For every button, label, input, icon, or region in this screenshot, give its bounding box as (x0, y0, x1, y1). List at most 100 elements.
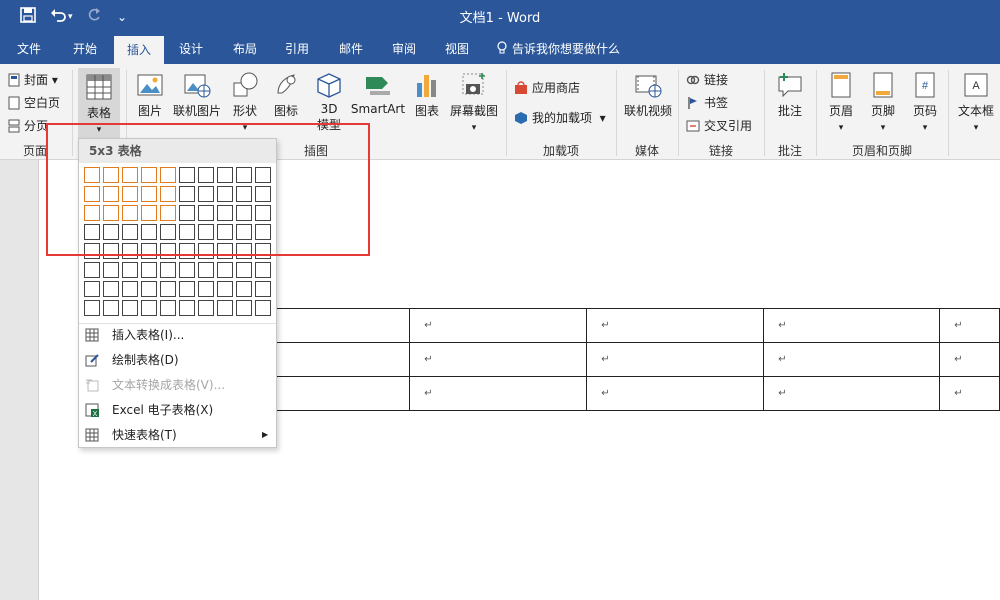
title-bar: ▾ ⌄ 文档1 - Word (0, 0, 1000, 34)
draw-table-menu-item[interactable]: 绘制表格(D) (79, 348, 276, 372)
tab-insert[interactable]: 插入 (114, 36, 164, 64)
grid-cell[interactable] (255, 262, 271, 278)
grid-cell[interactable] (179, 262, 195, 278)
grid-cell[interactable] (198, 300, 214, 316)
grid-cell[interactable] (122, 262, 138, 278)
table-cell[interactable]: ↵ (586, 342, 765, 377)
excel-spreadsheet-menu-item[interactable]: X Excel 电子表格(X) (79, 398, 276, 422)
table-cell[interactable]: ↵ (763, 308, 941, 343)
cover-page-button[interactable]: 封面 ▾ (8, 70, 58, 90)
table-cell[interactable]: ↵ (939, 308, 1000, 343)
tell-me-box[interactable]: 告诉我你想要做什么 (496, 34, 636, 64)
grid-cell[interactable] (160, 281, 176, 297)
convert-text-to-table-menu-item[interactable]: 文本转换成表格(V)... (79, 373, 276, 397)
tab-file[interactable]: 文件 (6, 34, 52, 64)
grid-cell[interactable] (84, 300, 100, 316)
grid-cell[interactable] (141, 281, 157, 297)
grid-cell[interactable] (255, 281, 271, 297)
icons-button[interactable]: 图标 (268, 70, 304, 119)
tab-references[interactable]: 引用 (274, 34, 320, 64)
tab-layout[interactable]: 布局 (222, 34, 268, 64)
pictures-button[interactable]: 图片 (132, 70, 168, 119)
footer-button[interactable]: 页脚 ▾ (864, 70, 902, 133)
bookmark-button[interactable]: 书签 (686, 93, 728, 113)
tab-home[interactable]: 开始 (62, 34, 108, 64)
annotation-highlight-box (46, 123, 370, 256)
link-button[interactable]: 链接 (686, 70, 728, 90)
excel-icon: X (85, 403, 99, 417)
my-addins-button[interactable]: 我的加载项 ▾ (514, 108, 606, 128)
table-cell[interactable]: ↵ (409, 376, 588, 411)
grid-cell[interactable] (236, 281, 252, 297)
window-title: 文档1 - Word (459, 11, 541, 26)
blank-page-icon (8, 96, 20, 110)
grid-cell[interactable] (236, 262, 252, 278)
table-cell[interactable] (268, 308, 411, 343)
grid-cell[interactable] (103, 262, 119, 278)
insert-table-menu-item[interactable]: 插入表格(I)... (79, 323, 276, 347)
grid-cell[interactable] (122, 281, 138, 297)
cross-reference-button[interactable]: 交叉引用 (686, 116, 752, 136)
page-number-button[interactable]: # 页码 ▾ (906, 70, 944, 133)
online-video-button[interactable]: 联机视频 (621, 70, 675, 119)
grid-cell[interactable] (198, 281, 214, 297)
smartart-button[interactable]: SmartArt (350, 70, 406, 116)
comment-button[interactable]: 批注 (770, 70, 810, 119)
online-picture-icon (184, 74, 211, 98)
table-cell[interactable]: ↵ (409, 342, 588, 377)
header-button[interactable]: 页眉 ▾ (822, 70, 860, 133)
grid-cell[interactable] (122, 300, 138, 316)
grid-cell[interactable] (84, 262, 100, 278)
table-cell[interactable]: ↵ (763, 376, 941, 411)
footer-icon (873, 72, 893, 98)
ribbon-tabs: 文件 开始 插入 设计 布局 引用 邮件 审阅 视图 告诉我你想要做什么 (0, 34, 1000, 64)
grid-cell[interactable] (255, 300, 271, 316)
grid-cell[interactable] (236, 300, 252, 316)
grid-cell[interactable] (179, 281, 195, 297)
quick-tables-icon (85, 428, 99, 442)
grid-cell[interactable] (217, 300, 233, 316)
document-table[interactable]: ↵ ↵ ↵ ↵ ↵ ↵ ↵ ↵ ↵ ↵ ↵ ↵ (268, 308, 1000, 411)
draw-table-icon (85, 354, 99, 367)
grid-cell[interactable] (84, 281, 100, 297)
text-box-button[interactable]: A 文本框 ▾ (954, 70, 998, 133)
page-break-button[interactable]: 分页 (8, 116, 48, 136)
link-icon (686, 75, 700, 85)
table-cell[interactable] (268, 342, 411, 377)
grid-cell[interactable] (103, 281, 119, 297)
table-cell[interactable] (268, 376, 411, 411)
tab-review[interactable]: 审阅 (381, 34, 427, 64)
group-label-addins: 加载项 (542, 144, 579, 158)
tab-design[interactable]: 设计 (168, 34, 214, 64)
table-cell[interactable]: ↵ (409, 308, 588, 343)
quick-tables-menu-item[interactable]: 快速表格(T) ▶ (79, 423, 276, 447)
table-icon (86, 74, 112, 100)
group-label-comments: 批注 (777, 144, 802, 158)
insert-table-icon (85, 328, 99, 342)
grid-cell[interactable] (217, 281, 233, 297)
table-cell[interactable]: ↵ (586, 376, 765, 411)
smartart-icon (366, 77, 390, 95)
screenshot-icon (462, 73, 485, 95)
grid-cell[interactable] (160, 262, 176, 278)
grid-cell[interactable] (179, 300, 195, 316)
cover-page-icon (8, 73, 20, 87)
tab-view[interactable]: 视图 (434, 34, 480, 64)
store-icon (515, 81, 527, 94)
grid-cell[interactable] (141, 262, 157, 278)
blank-page-button[interactable]: 空白页 (8, 93, 60, 113)
store-button[interactable]: 应用商店 (514, 78, 580, 98)
grid-cell[interactable] (217, 262, 233, 278)
table-cell[interactable]: ↵ (939, 376, 1000, 411)
grid-cell[interactable] (160, 300, 176, 316)
table-cell[interactable]: ↵ (586, 308, 765, 343)
online-pictures-button[interactable]: 联机图片 (172, 70, 222, 119)
table-cell[interactable]: ↵ (939, 342, 1000, 377)
screenshot-button[interactable]: 屏幕截图 ▾ (448, 70, 500, 133)
table-cell[interactable]: ↵ (763, 342, 941, 377)
tab-mailings[interactable]: 邮件 (328, 34, 374, 64)
grid-cell[interactable] (198, 262, 214, 278)
grid-cell[interactable] (103, 300, 119, 316)
chart-button[interactable]: 图表 (410, 70, 444, 119)
grid-cell[interactable] (141, 300, 157, 316)
